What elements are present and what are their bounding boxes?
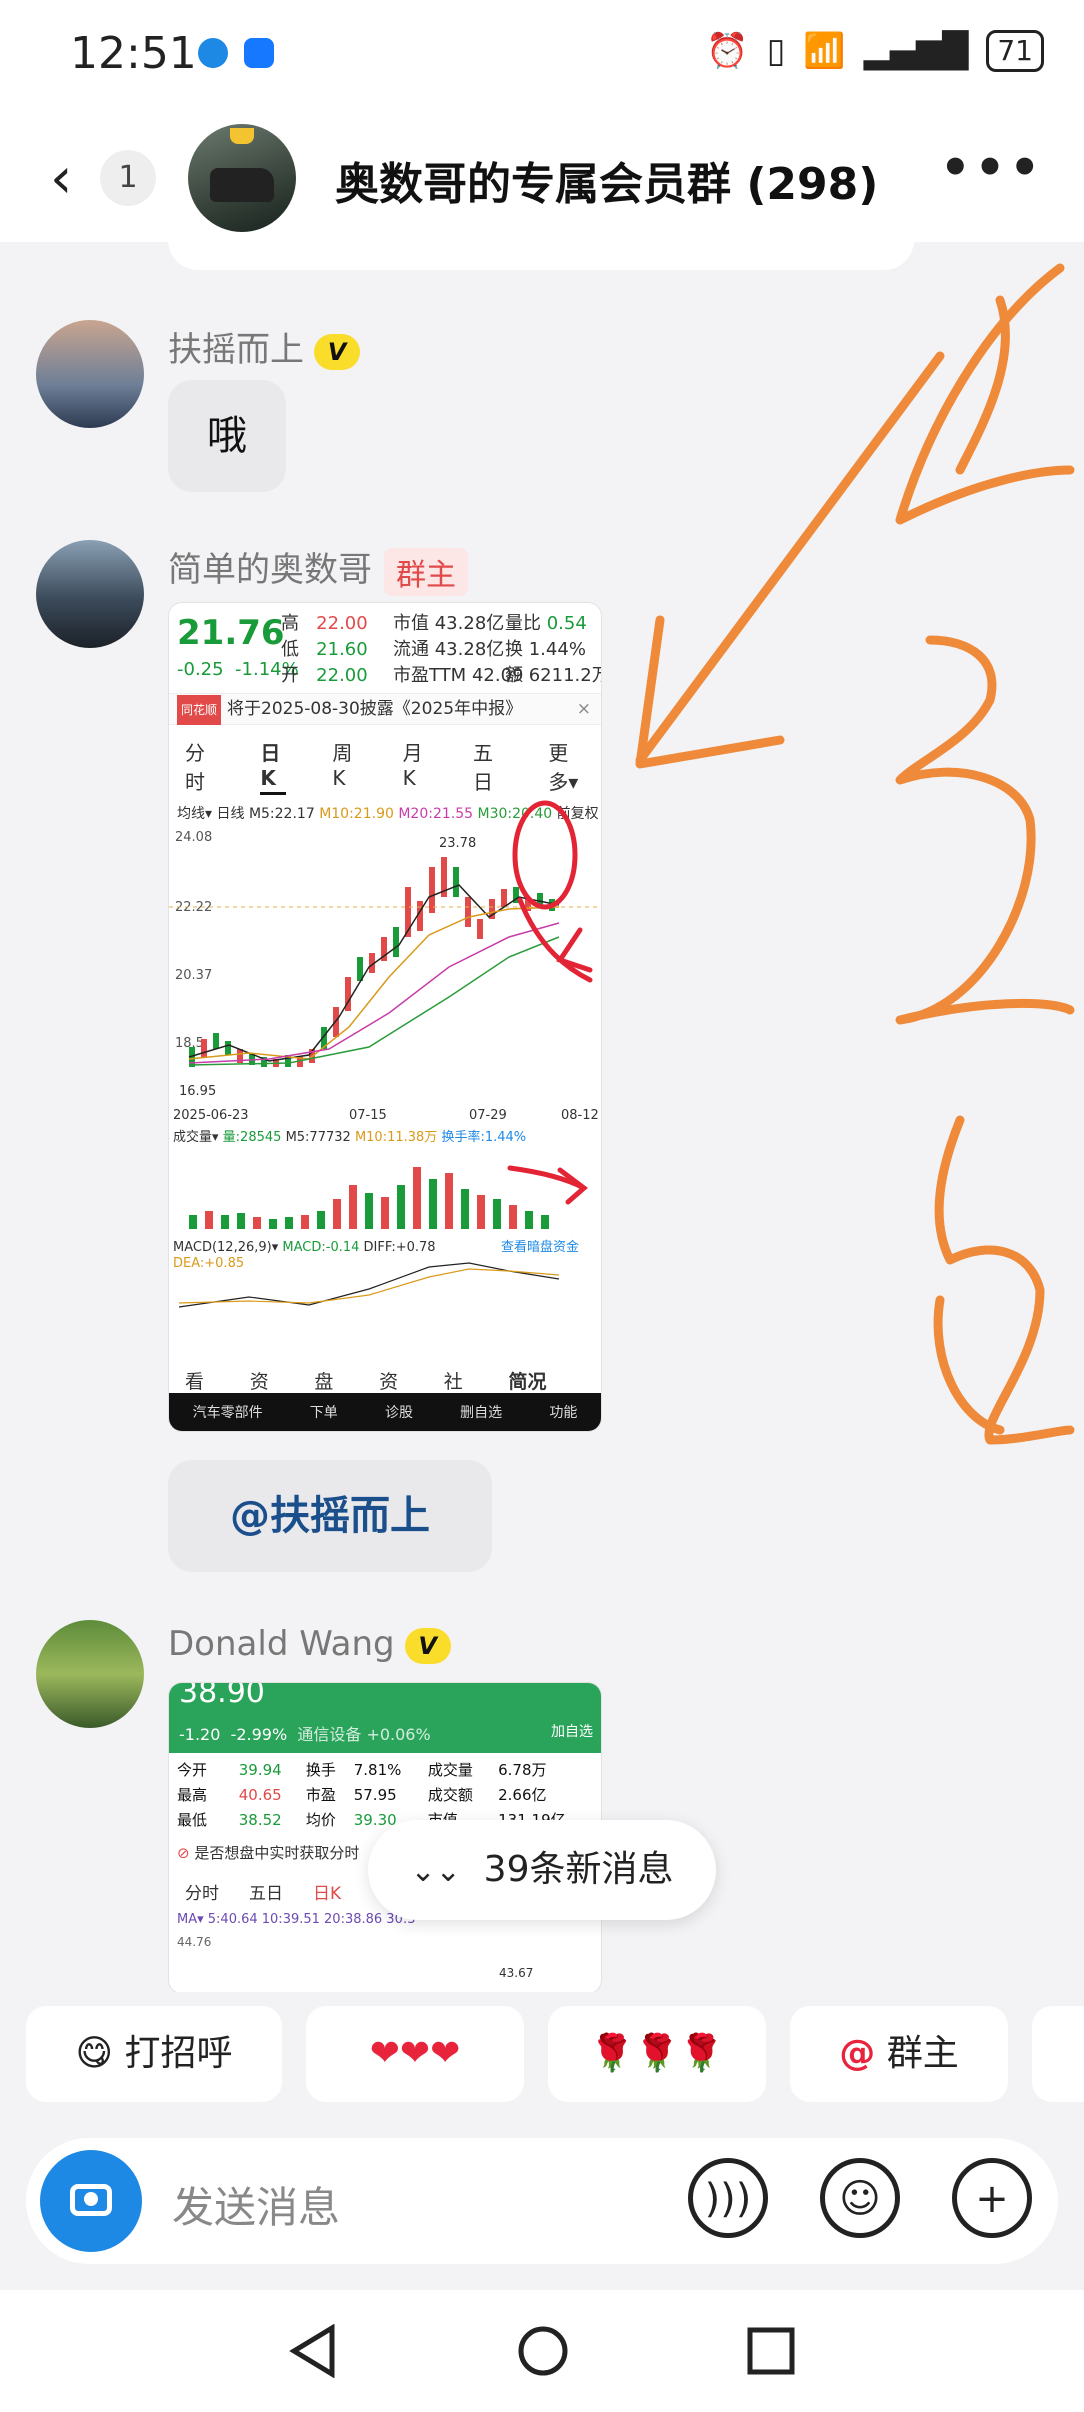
crown-icon [230,128,254,144]
sender-name: 简单的奥数哥 群主 [168,542,468,596]
alipay-icon [244,38,274,68]
at-icon: @ [839,2033,876,2074]
status-icons: ⏰ ▯ 📶 ▂▄▆█ 71 [706,30,1044,72]
voice-icon[interactable]: ))) [688,2158,768,2238]
low-marker: 16.95 [179,1084,216,1099]
dea-value: DEA:+0.85 [173,1256,244,1271]
alarm-icon: ⏰ [706,31,749,71]
status-time: 12:51 [70,28,197,79]
message-bubble[interactable]: 哦 [168,380,286,492]
quick-reply-hearts[interactable]: ❤❤❤ [306,2006,524,2102]
camera-icon[interactable] [40,2150,142,2252]
nav-recents-icon[interactable] [746,2324,796,2378]
high-marker: 23.78 [439,836,476,851]
battery-indicator: 71 [986,30,1044,72]
candles [189,857,555,1067]
chevron-down-icon: ⌄⌄ [410,1854,461,1889]
stock-screenshot-image[interactable]: 21.76 -0.25 -1.14% 高 22.00 低 21.60 开 22.… [168,602,602,1432]
vibrate-icon: ▯ [766,31,786,71]
sender-avatar[interactable] [36,540,144,648]
ma20-line [188,922,560,1064]
chat-message-list[interactable]: 扶摇而上 V 哦 简单的奥数哥 群主 21.76 -0.25 -1.14% 高 22… [0,242,1084,1992]
x-tick: 07-29 [469,1108,507,1123]
sender-avatar[interactable] [36,1620,144,1728]
quick-reply-mention-owner[interactable]: @ 群主 [790,2006,1008,2102]
x-tick: 2025-06-23 [173,1108,249,1123]
sender-name: 扶摇而上 V [168,322,360,371]
vip-badge: V [314,333,360,370]
mention-bubble[interactable]: @扶摇而上 [168,1460,492,1572]
app-dock: 汽车零部件 下单 诊股 删自选 功能 [169,1393,601,1431]
x-tick: 07-15 [349,1108,387,1123]
wifi-icon: 📶 [803,31,846,71]
group-avatar[interactable] [188,124,296,232]
volume-legend: 成交量▾ 量:28545 M5:77732 M10:11.38万 换手率:1.4… [173,1129,526,1145]
previous-message-bubble[interactable] [168,242,914,270]
quick-reply-roses[interactable]: 🌹🌹🌹 [548,2006,766,2102]
sender-avatar[interactable] [36,320,144,428]
back-button[interactable]: ‹ [50,146,72,211]
emoji-icon[interactable]: ☺ [820,2158,900,2238]
message-input[interactable]: 发送消息 [172,2174,340,2235]
chat-header: ‹ 1 奥数哥的专属会员群 (298) ••• [0,110,1084,243]
signal-icon: ▂▄▆█ [863,31,969,71]
sender-name: Donald Wang V [168,1624,451,1664]
dark-pool-link: 查看暗盘资金 [501,1239,579,1255]
quick-reply-overflow[interactable] [1032,2006,1084,2102]
ma-legend: 均线▾ 日线 M5:22.17 M10:21.90 M20:21.55 M30:… [177,806,599,822]
add-watchlist-button[interactable]: 加自选 [551,1721,593,1741]
new-messages-button[interactable]: ⌄⌄ 39条新消息 [368,1820,716,1920]
ma10-line [188,906,560,1060]
price-marker: 43.67 [499,1966,534,1980]
y-tick: 20.37 [175,968,212,983]
app-badge-icon [198,38,228,68]
owner-badge: 群主 [384,547,468,596]
macd-dea-line [178,1268,560,1304]
last-price: 21.76 [177,613,285,653]
group-title[interactable]: 奥数哥的专属会员群 (298) [335,148,878,212]
system-nav-bar [0,2290,1084,2412]
quote-header: 38.90 -1.20 -2.99% 通信设备 +0.06% 加自选 [169,1683,601,1753]
quick-reply-greet[interactable]: 😋 打招呼 [26,2006,282,2102]
emoji-icon: 😋 [75,2033,114,2074]
quote-summary: 21.76 -0.25 -1.14% 高 22.00 低 21.60 开 22.… [177,613,602,686]
y-tick: 44.76 [177,1935,212,1949]
more-options-button[interactable]: ••• [940,140,1044,196]
y-tick: 24.08 [175,830,212,845]
chart-period-tabs: 分时 日K 周K 月K 五日 更多▾ [169,725,601,799]
status-bar: 12:51 ⏰ ▯ 📶 ▂▄▆█ 71 [0,0,1084,110]
report-notice: 同花顺 将于2025-08-30披露《2025年中报》 × [169,693,601,725]
kline-chart: 24.08 22.22 20.37 18.5 23.78 16.95 2025-… [169,830,601,1308]
volume-bars [189,1167,549,1229]
macd-legend: MACD(12,26,9)▾ MACD:-0.14 DIFF:+0.78 [173,1240,436,1255]
message-input-bar: 发送消息 ))) ☺ + [26,2138,1058,2264]
plus-icon[interactable]: + [952,2158,1032,2238]
nav-back-icon[interactable] [288,2324,338,2378]
nav-home-icon[interactable] [516,2324,570,2378]
unread-count-badge[interactable]: 1 [100,150,156,206]
vip-badge: V [404,1627,451,1664]
x-tick: 08-12 [561,1108,599,1123]
